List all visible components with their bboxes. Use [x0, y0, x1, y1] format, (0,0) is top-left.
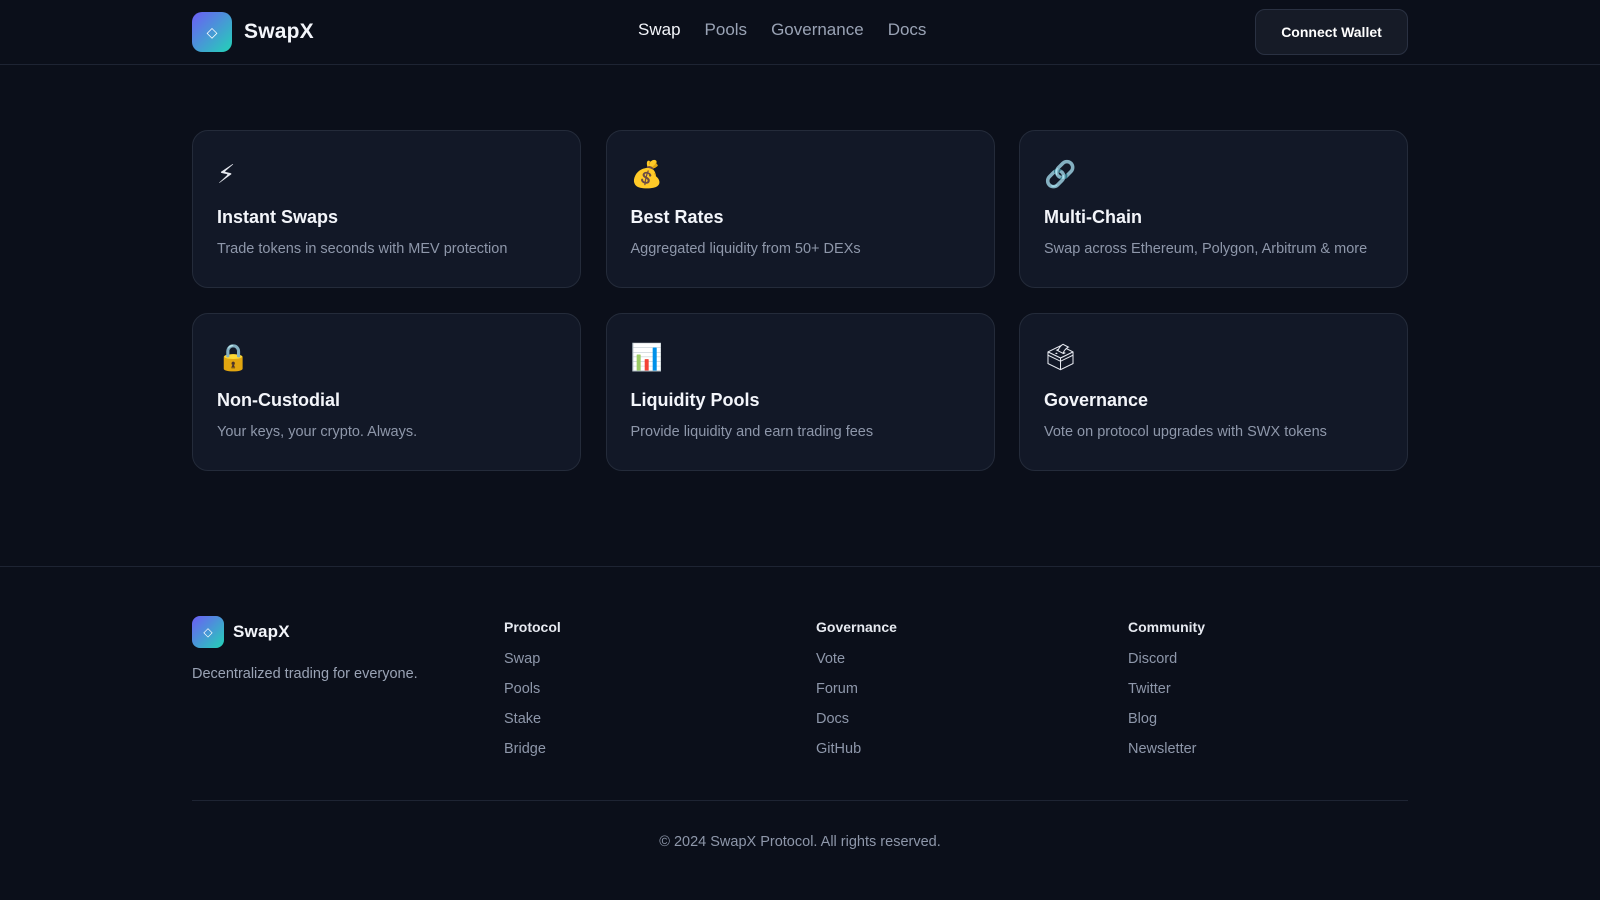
- site-footer: ◇ SwapX Decentralized trading for everyo…: [0, 566, 1600, 900]
- feature-card-governance: 🗳 Governance Vote on protocol upgrades w…: [1019, 313, 1408, 471]
- money-bag-icon: 💰: [630, 159, 663, 189]
- feature-grid: ⚡ Instant Swaps Trade tokens in seconds …: [192, 130, 1408, 471]
- feature-description: Provide liquidity and earn trading fees: [630, 424, 874, 440]
- footer-column-protocol: Protocol Swap Pools Stake Bridge: [504, 619, 561, 771]
- feature-description: Vote on protocol upgrades with SWX token…: [1044, 424, 1327, 440]
- footer-column-title: Protocol: [504, 619, 561, 635]
- nav-link-governance[interactable]: Governance: [771, 20, 864, 40]
- feature-title: Liquidity Pools: [630, 390, 760, 410]
- footer-link-swap[interactable]: Swap: [504, 651, 561, 667]
- footer-column-community: Community Discord Twitter Blog Newslette…: [1128, 619, 1205, 771]
- footer-column-governance: Governance Vote Forum Docs GitHub: [816, 619, 897, 771]
- footer-tagline: Decentralized trading for everyone.: [192, 666, 418, 682]
- feature-card-best-rates: 💰 Best Rates Aggregated liquidity from 5…: [605, 130, 995, 288]
- footer-column-title: Community: [1128, 619, 1205, 635]
- feature-description: Swap across Ethereum, Polygon, Arbitrum …: [1044, 241, 1368, 257]
- feature-card-instant-swaps: ⚡ Instant Swaps Trade tokens in seconds …: [192, 130, 581, 288]
- nav-link-swap[interactable]: Swap: [638, 20, 681, 40]
- feature-card-liquidity-pools: 📊 Liquidity Pools Provide liquidity and …: [605, 313, 995, 471]
- footer-link-stake[interactable]: Stake: [504, 711, 561, 727]
- ballot-box-icon: 🗳: [1044, 342, 1078, 372]
- top-header: ◇ SwapX Swap Pools Governance Docs Conne…: [0, 0, 1600, 65]
- feature-card-multi-chain: 🔗 Multi-Chain Swap across Ethereum, Poly…: [1019, 130, 1408, 288]
- connect-wallet-button[interactable]: Connect Wallet: [1255, 9, 1408, 55]
- footer-brand-name: SwapX: [233, 622, 290, 641]
- feature-description: Trade tokens in seconds with MEV protect…: [217, 241, 508, 257]
- footer-link-newsletter[interactable]: Newsletter: [1128, 741, 1205, 757]
- footer-link-bridge[interactable]: Bridge: [504, 741, 561, 757]
- feature-description: Your keys, your crypto. Always.: [217, 424, 418, 440]
- feature-title: Multi-Chain: [1044, 207, 1142, 227]
- footer-column-title: Governance: [816, 619, 897, 635]
- feature-title: Best Rates: [630, 207, 724, 227]
- diamond-logo-icon: ◇: [192, 616, 224, 648]
- main-nav: Swap Pools Governance Docs: [638, 20, 926, 40]
- footer-divider: [192, 800, 1408, 801]
- footer-link-pools[interactable]: Pools: [504, 681, 561, 697]
- footer-link-blog[interactable]: Blog: [1128, 711, 1205, 727]
- brand-name: SwapX: [244, 20, 314, 43]
- footer-link-github[interactable]: GitHub: [816, 741, 897, 757]
- lock-icon: 🔒: [217, 342, 250, 372]
- footer-link-docs[interactable]: Docs: [816, 711, 897, 727]
- footer-link-forum[interactable]: Forum: [816, 681, 897, 697]
- footer-link-vote[interactable]: Vote: [816, 651, 897, 667]
- lightning-icon: ⚡: [217, 159, 236, 189]
- bar-chart-icon: 📊: [630, 342, 663, 372]
- feature-title: Governance: [1044, 390, 1149, 410]
- diamond-logo-icon: ◇: [192, 12, 232, 52]
- footer-brand[interactable]: ◇ SwapX: [192, 616, 290, 648]
- nav-link-pools[interactable]: Pools: [705, 20, 748, 40]
- copyright-text: © 2024 SwapX Protocol. All rights reserv…: [659, 834, 941, 850]
- footer-link-discord[interactable]: Discord: [1128, 651, 1205, 667]
- nav-link-docs[interactable]: Docs: [888, 20, 927, 40]
- footer-link-twitter[interactable]: Twitter: [1128, 681, 1205, 697]
- feature-description: Aggregated liquidity from 50+ DEXs: [630, 241, 861, 257]
- brand-logo[interactable]: ◇ SwapX: [192, 12, 314, 52]
- feature-title: Non-Custodial: [217, 390, 340, 410]
- link-icon: 🔗: [1044, 159, 1077, 189]
- feature-title: Instant Swaps: [217, 207, 339, 227]
- feature-card-non-custodial: 🔒 Non-Custodial Your keys, your crypto. …: [192, 313, 581, 471]
